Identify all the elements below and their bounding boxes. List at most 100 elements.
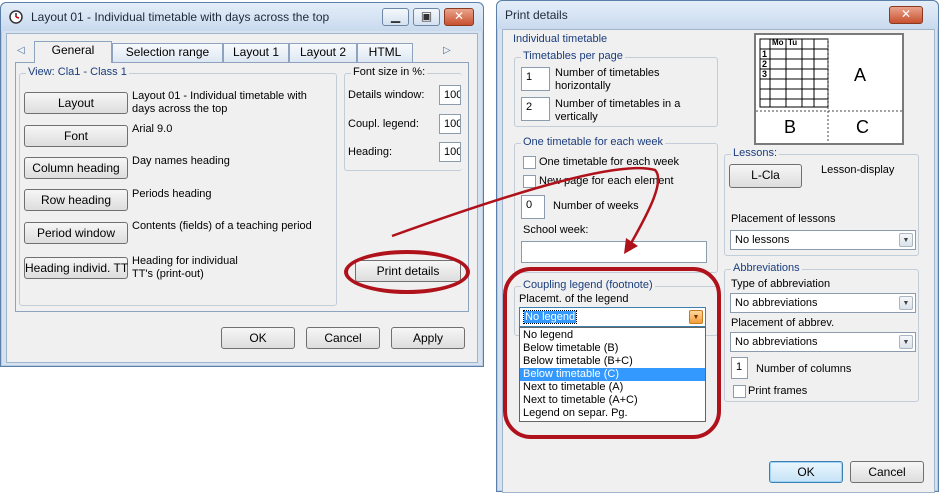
ok-label: OK (249, 331, 267, 345)
preview-area-b: B (784, 117, 797, 137)
cancel-button[interactable]: Cancel (306, 327, 380, 349)
heading-size-input[interactable]: 100 (439, 142, 461, 162)
l-cla-label: L-Cla (751, 168, 780, 182)
legend-option-highlighted[interactable]: Below timetable (C) (520, 368, 705, 381)
tab-scroll-left-icon[interactable]: ◁ (17, 45, 25, 56)
details-window-input[interactable]: 100 (439, 85, 461, 105)
print-details-ok-label: OK (797, 465, 815, 479)
number-of-weeks-label: Number of weeks (553, 200, 639, 212)
legend-option[interactable]: Below timetable (B+C) (520, 355, 705, 368)
font-button-label: Font (63, 129, 88, 143)
coupl-legend-label: Coupl. legend: (348, 118, 419, 130)
chevron-down-icon[interactable]: ▼ (899, 296, 913, 310)
row-heading-button-label: Row heading (40, 193, 112, 207)
legend-option[interactable]: Below timetable (B) (520, 342, 705, 355)
tab-label: Layout 1 (232, 45, 280, 59)
coupl-legend-input[interactable]: 100 (439, 114, 461, 134)
close-icon: ✕ (453, 9, 465, 23)
print-frames-checkbox[interactable] (733, 385, 746, 398)
print-details-ok-button[interactable]: OK (769, 461, 843, 483)
layout-preview-graphic (756, 38, 902, 143)
coupling-legend-title: Coupling legend (footnote) (521, 279, 655, 291)
ok-button[interactable]: OK (221, 327, 295, 349)
chevron-down-icon[interactable]: ▼ (689, 310, 703, 324)
placement-of-lessons-select[interactable]: No lessons ▼ (730, 230, 916, 250)
type-of-abbreviation-select[interactable]: No abbreviations ▼ (730, 293, 916, 313)
tab-scroll-right-icon[interactable]: ▷ (443, 45, 451, 56)
tab-selection-range[interactable]: Selection range (112, 43, 223, 62)
placement-of-abbrev-select[interactable]: No abbreviations ▼ (730, 332, 916, 352)
placement-of-lessons-value: No lessons (735, 234, 790, 246)
layout-window-title: Layout 01 - Individual timetable with da… (31, 10, 330, 24)
legend-option[interactable]: No legend (520, 329, 705, 342)
heading-individ-tt-button-label: Heading individ. TT (25, 261, 129, 275)
maximize-icon: ▣ (420, 9, 433, 23)
legend-option[interactable]: Next to timetable (A+C) (520, 394, 705, 407)
tab-layout-1[interactable]: Layout 1 (223, 43, 289, 62)
tab-layout-2[interactable]: Layout 2 (289, 43, 357, 62)
placement-of-abbrev-value: No abbreviations (735, 336, 818, 348)
layout-window: Layout 01 - Individual timetable with da… (0, 2, 484, 367)
apply-label: Apply (412, 331, 444, 345)
timetables-horizontal-input[interactable]: 1 (521, 67, 550, 91)
timetables-horizontal-label: Number of timetables horizontally (555, 67, 660, 92)
minimize-button[interactable]: ▁ (382, 8, 409, 26)
period-window-description: Contents (fields) of a teaching period (132, 220, 312, 232)
layout-window-titlebar[interactable]: Layout 01 - Individual timetable with da… (1, 3, 483, 31)
new-page-element-checkbox[interactable] (523, 175, 536, 188)
close-button[interactable]: ✕ (444, 8, 474, 26)
legend-placement-dropdown: No legend Below timetable (B) Below time… (519, 327, 706, 422)
period-window-button[interactable]: Period window (24, 222, 128, 244)
maximize-button[interactable]: ▣ (413, 8, 440, 26)
type-of-abbreviation-value: No abbreviations (735, 297, 818, 309)
type-of-abbreviation-label: Type of abbreviation (731, 278, 831, 290)
placement-of-lessons-label: Placement of lessons (731, 213, 836, 225)
individual-timetable-title: Individual timetable (513, 33, 608, 45)
minimize-icon: ▁ (390, 9, 401, 23)
placement-of-abbrev-label: Placement of abbrev. (731, 317, 835, 329)
heading-individ-tt-button[interactable]: Heading individ. TT (24, 257, 128, 279)
lesson-display-label: Lesson-display (821, 164, 895, 176)
number-of-columns-input[interactable]: 1 (731, 357, 748, 379)
print-details-button[interactable]: Print details (355, 260, 461, 282)
school-week-input[interactable] (521, 241, 707, 263)
tab-label: HTML (368, 45, 402, 59)
legend-option[interactable]: Legend on separ. Pg. (520, 407, 705, 420)
layout-button[interactable]: Layout (24, 92, 128, 114)
preview-col-tu: Tu (788, 38, 798, 47)
column-heading-button[interactable]: Column heading (24, 157, 128, 179)
layout-preview: Mo Tu 1 2 3 A B C (754, 33, 904, 145)
layout-description: Layout 01 - Individual timetable with da… (132, 90, 307, 115)
print-details-title: Print details (505, 8, 568, 22)
abbreviations-group-title: Abbreviations (731, 262, 802, 274)
legend-placement-select[interactable]: No legend ▼ (519, 307, 706, 327)
one-timetable-week-checkbox[interactable] (523, 156, 536, 169)
row-heading-button[interactable]: Row heading (24, 189, 128, 211)
column-heading-description: Day names heading (132, 155, 230, 167)
legend-option[interactable]: Next to timetable (A) (520, 381, 705, 394)
font-size-group-title: Font size in %: (351, 66, 428, 78)
print-details-close-button[interactable]: ✕ (889, 6, 923, 24)
row-heading-description: Periods heading (132, 188, 212, 200)
period-window-button-label: Period window (36, 226, 116, 240)
l-cla-button[interactable]: L-Cla (729, 164, 802, 188)
legend-placement-label: Placemt. of the legend (519, 293, 629, 305)
print-details-titlebar[interactable]: Print details ✕ (497, 1, 938, 29)
timetables-vertical-input[interactable]: 2 (521, 97, 550, 121)
tab-html[interactable]: HTML (357, 43, 413, 62)
legend-placement-value: No legend (522, 310, 578, 324)
preview-row-1: 1 (762, 49, 768, 59)
chevron-down-icon[interactable]: ▼ (899, 233, 913, 247)
number-of-weeks-input[interactable]: 0 (521, 195, 545, 219)
apply-button[interactable]: Apply (391, 327, 465, 349)
print-details-cancel-label: Cancel (868, 465, 906, 479)
chevron-down-icon[interactable]: ▼ (899, 335, 913, 349)
layout-button-label: Layout (57, 96, 95, 110)
tab-general[interactable]: General (34, 41, 112, 63)
timetables-per-page-title: Timetables per page (521, 50, 625, 62)
cancel-label: Cancel (324, 331, 362, 345)
print-details-cancel-button[interactable]: Cancel (850, 461, 924, 483)
font-button[interactable]: Font (24, 125, 128, 147)
lessons-group-title: Lessons: (731, 147, 780, 159)
details-window-label: Details window: (348, 89, 425, 101)
